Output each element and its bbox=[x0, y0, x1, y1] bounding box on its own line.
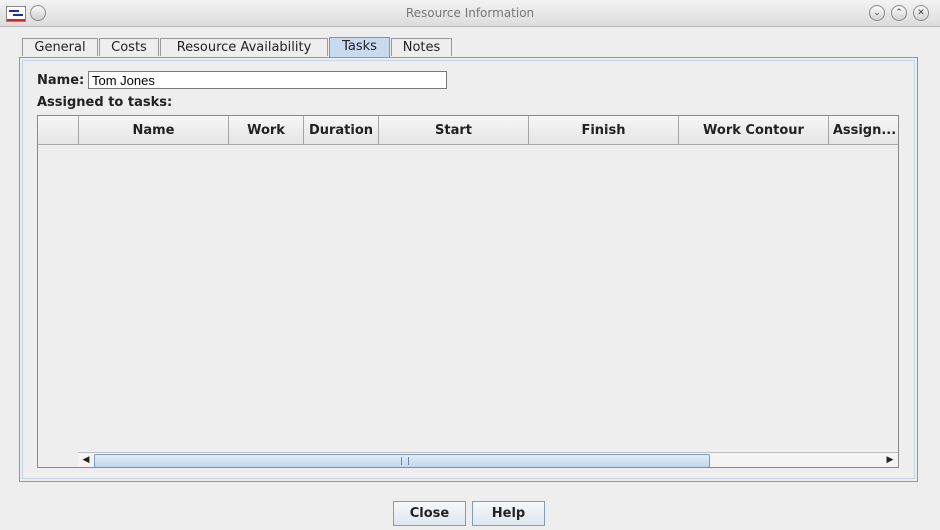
tab-tasks[interactable]: Tasks bbox=[329, 37, 390, 57]
arrow-right-icon: ▶ bbox=[886, 455, 894, 465]
column-header-row-marker[interactable] bbox=[38, 116, 79, 145]
chevron-down-icon: ⌄ bbox=[873, 8, 881, 18]
assigned-tasks-label: Assigned to tasks: bbox=[37, 95, 173, 110]
column-header-work-contour[interactable]: Work Contour bbox=[679, 116, 829, 145]
title-bar: Resource Information ⌄ ⌃ ✕ bbox=[0, 0, 940, 27]
tab-costs[interactable]: Costs bbox=[99, 38, 159, 56]
close-icon: ✕ bbox=[917, 8, 925, 18]
tab-resource-availability[interactable]: Resource Availability bbox=[160, 38, 328, 56]
column-header-start[interactable]: Start bbox=[379, 116, 529, 145]
scrollbar-thumb[interactable] bbox=[94, 454, 710, 467]
window-title: Resource Information bbox=[405, 6, 535, 20]
column-header-name[interactable]: Name bbox=[79, 116, 229, 145]
name-label: Name: bbox=[37, 73, 85, 88]
grip-icon bbox=[401, 457, 409, 465]
arrow-left-icon: ◀ bbox=[82, 455, 90, 465]
tab-notes[interactable]: Notes bbox=[391, 38, 452, 56]
help-button[interactable]: Help bbox=[472, 501, 545, 526]
close-button[interactable]: Close bbox=[393, 501, 466, 526]
tab-general[interactable]: General bbox=[22, 38, 98, 56]
column-header-assignment[interactable]: Assign... bbox=[829, 116, 898, 145]
maximize-button[interactable]: ⌃ bbox=[891, 5, 907, 21]
minimize-button[interactable]: ⌄ bbox=[869, 5, 885, 21]
chevron-up-icon: ⌃ bbox=[895, 8, 903, 18]
name-field[interactable]: Tom Jones bbox=[88, 71, 447, 89]
column-header-duration[interactable]: Duration bbox=[304, 116, 379, 145]
close-window-button[interactable]: ✕ bbox=[913, 5, 929, 21]
scroll-left-button[interactable]: ◀ bbox=[78, 453, 94, 467]
column-header-work[interactable]: Work bbox=[229, 116, 304, 145]
scroll-right-button[interactable]: ▶ bbox=[882, 453, 898, 467]
assigned-tasks-table[interactable]: Name Work Duration Start Finish Work Con… bbox=[37, 115, 899, 468]
horizontal-scrollbar[interactable]: ◀ ▶ bbox=[78, 452, 898, 467]
column-header-finish[interactable]: Finish bbox=[529, 116, 679, 145]
